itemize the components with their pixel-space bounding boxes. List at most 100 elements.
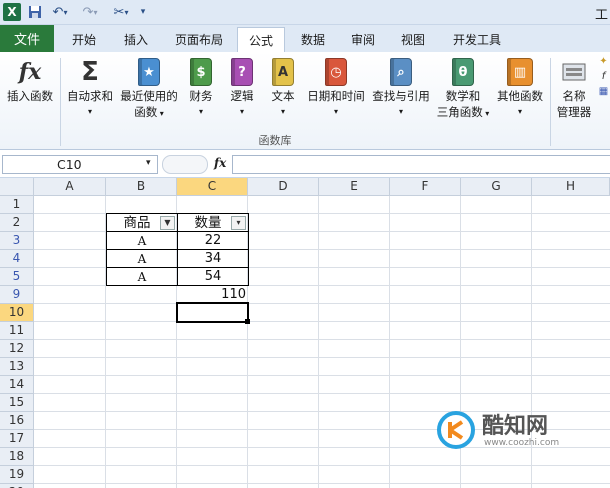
cell-b4[interactable]: A [107,250,177,268]
insert-function-button[interactable]: fx 插入函数 [4,56,56,104]
define-name-icons[interactable]: ✦ f ▦ [597,56,610,97]
math-trig-button[interactable]: θ 数学和 三角函数 ▾ [434,56,492,122]
watermark-brand: 酷知网 [482,414,549,439]
gridline [34,465,610,466]
tab-formulas[interactable]: 公式 [237,27,285,53]
cell-b5[interactable]: A [107,268,177,286]
tab-developer[interactable]: 开发工具 [444,27,510,52]
formula-bar-splitter[interactable] [162,155,208,174]
sigma-icon: Σ [81,57,99,87]
filter-active-icon[interactable]: ▼ [160,216,175,230]
cell-b3[interactable]: A [107,232,177,250]
column-header-h[interactable]: H [532,178,610,196]
tab-review[interactable]: 审阅 [342,27,384,52]
column-header-b[interactable]: B [106,178,177,196]
watermark-url: www.coozhi.com [484,438,560,448]
gridline [318,196,319,488]
text-book-icon: A [268,56,298,88]
column-header-a[interactable]: A [34,178,106,196]
text-button[interactable]: A 文本 ▾ [266,56,300,120]
formula-bar: C10 ▾ fx [0,150,610,178]
active-cell-c10[interactable] [176,302,249,323]
undo-icon[interactable]: ↶ ▾ [48,4,72,20]
dropdown-arrow-icon: ▾ [280,107,285,116]
select-all-corner[interactable] [0,178,34,196]
financial-book-icon: $ [186,56,216,88]
filter-dropdown-icon[interactable]: ▾ [231,216,246,230]
lookup-book-icon: ⌕ [386,56,416,88]
dropdown-arrow-icon: ▾ [517,107,522,116]
row-header-19[interactable]: 19 [0,466,34,484]
row-header-15[interactable]: 15 [0,394,34,412]
name-box[interactable]: C10 [2,155,158,174]
row-header-11[interactable]: 11 [0,322,34,340]
row-header-3[interactable]: 3 [0,232,34,250]
cell-c3[interactable]: 22 [178,232,248,250]
row-header-1[interactable]: 1 [0,196,34,214]
row-header-16[interactable]: 16 [0,412,34,430]
tools-icon[interactable]: ✂ ▾ [108,4,134,20]
formula-input[interactable] [232,155,610,174]
column-header-d[interactable]: D [248,178,319,196]
gridline [34,303,610,304]
row-header-20[interactable]: 20 [0,484,34,488]
column-header-f[interactable]: F [390,178,461,196]
worksheet-grid[interactable]: A B C D E F G H 1 2 3 4 5 9 10 11 12 13 … [0,178,610,488]
row-header-13[interactable]: 13 [0,358,34,376]
customize-qat-icon[interactable]: ▾ [138,4,148,20]
redo-icon[interactable]: ↷ ▾ [78,4,102,20]
use-in-formula-icon: f [601,71,606,82]
save-icon[interactable] [27,4,43,20]
cell-c4[interactable]: 34 [178,250,248,268]
fx-icon: fx [18,59,42,85]
cell-c5[interactable]: 54 [178,268,248,286]
tab-insert[interactable]: 插入 [114,27,158,52]
row-header-5[interactable]: 5 [0,268,34,286]
gridline [34,483,610,484]
separator [550,58,551,146]
tab-page-layout[interactable]: 页面布局 [166,27,232,52]
table-border [248,213,249,286]
dropdown-arrow-icon: ▾ [198,107,203,116]
insert-function-fx-icon[interactable]: fx [214,156,226,170]
tab-data[interactable]: 数据 [292,27,334,52]
recently-used-button[interactable]: ★ 最近使用的 函数 ▾ [118,56,180,122]
row-header-4[interactable]: 4 [0,250,34,268]
more-functions-button[interactable]: ▥ 其他函数 ▾ [494,56,546,120]
date-time-button[interactable]: ◷ 日期和时间 ▾ [305,56,367,120]
create-from-selection-icon: ▦ [598,86,609,97]
recent-label-line2: 函数 ▾ [134,105,164,119]
lookup-reference-button[interactable]: ⌕ 查找与引用 ▾ [370,56,432,120]
gridline [34,375,610,376]
gridline [389,196,390,488]
row-header-10[interactable]: 10 [0,304,34,322]
ribbon-formulas: fx 插入函数 Σ 自动求和 ▾ ★ 最近使用的 函数 ▾ $ 财务 ▾ ? 逻… [0,52,610,150]
financial-button[interactable]: $ 财务 ▾ [184,56,218,120]
window-title: 工 [594,8,608,23]
tab-view[interactable]: 视图 [392,27,434,52]
dropdown-arrow-icon: ▾ [87,107,92,116]
column-header-g[interactable]: G [461,178,532,196]
title-bar: X ↶ ▾ ↷ ▾ ✂ ▾ ▾ 工 [0,0,610,25]
gridline [34,357,610,358]
autosum-button[interactable]: Σ 自动求和 ▾ [64,56,116,120]
name-box-dropdown-icon[interactable]: ▾ [146,158,151,168]
row-header-9[interactable]: 9 [0,286,34,304]
row-header-12[interactable]: 12 [0,340,34,358]
row-header-2[interactable]: 2 [0,214,34,232]
row-header-18[interactable]: 18 [0,448,34,466]
logical-button[interactable]: ? 逻辑 ▾ [225,56,259,120]
column-header-e[interactable]: E [319,178,390,196]
logical-book-icon: ? [227,56,257,88]
row-header-14[interactable]: 14 [0,376,34,394]
name-manager-button[interactable]: 名称 管理器 [554,56,594,120]
column-header-c[interactable]: C [177,178,248,196]
dropdown-arrow-icon: ▾ [333,107,338,116]
excel-app-icon[interactable]: X [3,3,21,21]
row-header-17[interactable]: 17 [0,430,34,448]
recent-book-icon: ★ [134,56,164,88]
fill-handle[interactable] [245,319,250,324]
tab-home[interactable]: 开始 [62,27,106,52]
name-manager-icon [559,56,589,88]
tab-file[interactable]: 文件 [0,25,54,52]
